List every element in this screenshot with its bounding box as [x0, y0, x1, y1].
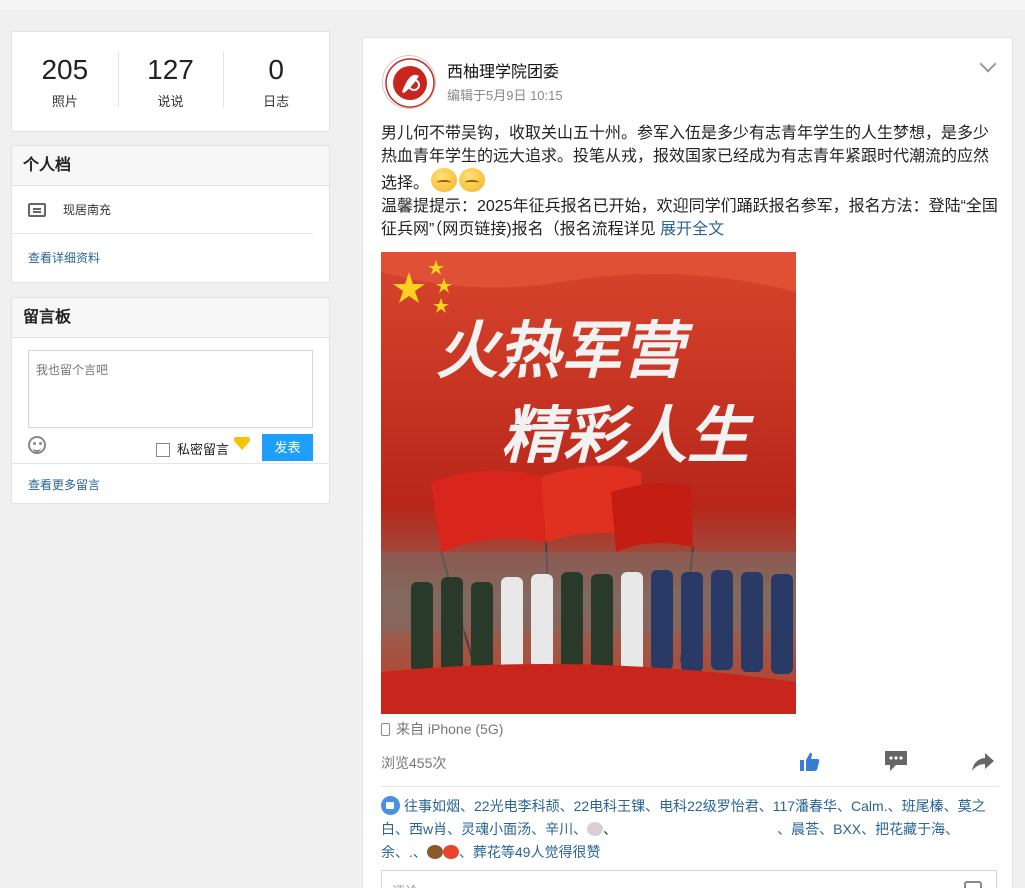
post-meta: 编辑于5月9日 10:15 [447, 88, 563, 103]
residence-row: 现居南充 [12, 186, 313, 234]
stat-label: 说说 [157, 94, 184, 109]
share-icon[interactable] [971, 751, 995, 773]
profile-card-icon [28, 202, 46, 217]
stats-card: 205 照片 127 说说 0 日志 [11, 31, 330, 132]
more-messages-link[interactable]: 查看更多留言 [12, 476, 100, 493]
comment-input[interactable]: 评论 [381, 870, 997, 888]
stat-label: 日志 [263, 94, 290, 109]
tomato-emoji-icon [442, 845, 459, 859]
feed-post: 西柚理学院团委 编辑于5月9日 10:15 男儿何不带吴钩，收取关山五十州。参军… [362, 37, 1013, 888]
camera-icon[interactable] [964, 881, 982, 888]
expand-link[interactable]: 展开全文 [660, 221, 724, 238]
device-info: 来自 iPhone (5G) [381, 719, 503, 739]
stat-label: 照片 [51, 94, 78, 109]
stat-number: 0 [268, 54, 284, 85]
secret-label: 私密留言 [177, 442, 230, 457]
diamond-icon [234, 437, 250, 450]
post-button[interactable]: 发表 [262, 434, 313, 461]
guestbook-card: 留言板 私密留言 发表 查看更多留言 [11, 297, 330, 504]
like-icon[interactable] [799, 751, 821, 773]
poster-line-2: 精彩人生 [501, 399, 755, 472]
view-details-link[interactable]: 查看详细资料 [12, 249, 329, 266]
emoji-icon [459, 168, 486, 192]
divider [381, 786, 999, 787]
comment-placeholder: 评论 [392, 884, 418, 888]
residence-text: 现居南充 [63, 203, 112, 217]
device-text: 来自 iPhone (5G) [396, 721, 504, 737]
stat-photos[interactable]: 205 照片 [12, 53, 118, 110]
guestbook-input[interactable] [28, 350, 313, 428]
chevron-down-icon[interactable] [979, 55, 997, 73]
post-author[interactable]: 西柚理学院团委 [447, 58, 559, 82]
divider [12, 463, 329, 464]
stat-number: 127 [147, 54, 194, 85]
stat-number: 205 [41, 54, 89, 85]
bunny-emoji-icon [587, 822, 604, 836]
likes-list: 往事如烟、22光电李科颉、22电科王锞、电科22级罗怡君、117潘春华、Calm… [381, 796, 986, 860]
stat-moods[interactable]: 127 说说 [117, 51, 224, 110]
top-bar [0, 0, 1025, 10]
post-image[interactable]: 火热军营 精彩人生 [381, 252, 796, 714]
secret-checkbox[interactable] [156, 443, 170, 457]
thumbs-up-icon [381, 796, 400, 815]
likes-names-3[interactable]: 、葬花等49人觉得很赞 [459, 844, 601, 860]
profile-title: 个人档 [12, 146, 329, 186]
emoji-icon [431, 168, 458, 192]
profile-card: 个人档 现居南充 查看详细资料 [11, 145, 330, 283]
guestbook-title: 留言板 [12, 298, 329, 338]
avatar[interactable] [382, 55, 436, 109]
post-content: 男儿何不带吴钩，收取关山五十州。参军入伍是多少有志青年学生的人生梦想，是多少热血… [381, 122, 999, 241]
emoji-icon[interactable] [28, 436, 46, 454]
phone-icon [381, 722, 390, 736]
comment-icon[interactable] [884, 750, 908, 772]
logo-icon [385, 58, 435, 108]
stat-blogs[interactable]: 0 日志 [223, 51, 329, 110]
view-count: 浏览455次 [381, 755, 447, 771]
poster-line-1: 火热军营 [436, 314, 694, 387]
potato-emoji-icon [426, 845, 443, 859]
